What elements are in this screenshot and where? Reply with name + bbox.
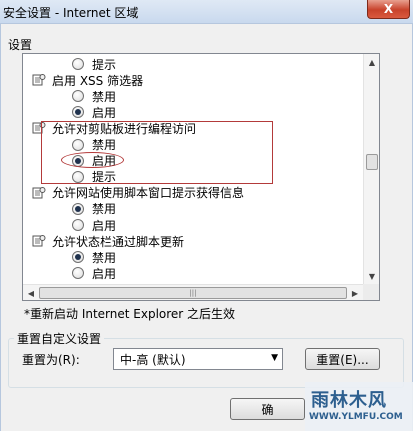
tree-row-label: 禁用 [92,138,117,152]
tree-row-label: 启用 [92,266,117,281]
tree-row-label: 提示 [92,57,117,72]
horizontal-scroll-thumb[interactable]: ||| [39,287,347,299]
watermark-logo: 雨林木风 WWW.YLMFU.COM [305,382,413,431]
tree-row-label: 允许网站使用脚本窗口提示获得信息 [52,186,245,201]
radio-icon[interactable] [72,154,84,167]
watermark-url: WWW.YLMFU.COM [309,412,403,422]
tree-row-label: 启用 [92,218,117,233]
tree-row-label: 禁用 [92,202,117,217]
tree-row-label: 禁用 [92,250,117,265]
radio-icon[interactable] [72,170,84,183]
tree-row-label: 禁用 [92,89,117,104]
scroll-thumb[interactable] [366,154,378,170]
radio-option[interactable]: 启用 [72,265,116,281]
radio-option[interactable]: 禁用 [72,88,116,104]
setting-group: 允许状态栏通过脚本更新 [32,233,184,249]
radio-icon[interactable] [72,251,84,264]
settings-label: 设置 [8,38,33,52]
radio-option[interactable]: 禁用 [72,201,116,217]
reset-level-value: 中-高 (默认) [120,352,186,367]
setting-group: 允许网站使用脚本窗口提示获得信息 [32,185,244,201]
setting-icon [32,73,46,87]
reset-group-title: 重置自定义设置 [14,330,105,347]
scroll-right-icon[interactable]: ▶ [347,285,363,301]
window-title: 安全设置 - Internet 区域 [3,6,139,20]
ok-button-label: 确 [261,402,274,417]
setting-group: 启用 XSS 筛选器 [32,72,143,88]
radio-option[interactable]: 提示 [72,169,116,185]
radio-icon[interactable] [72,138,84,151]
tree-row-label: 允许状态栏通过脚本更新 [52,234,185,249]
tree-row-label: 提示 [92,170,117,185]
tree-row-label: 启用 [92,105,117,120]
tree-row-label: 启用 [92,154,117,169]
radio-option[interactable]: 启用 [72,153,116,169]
reset-to-label: 重置为(R): [22,353,80,367]
setting-icon [32,186,46,200]
close-icon: X [383,2,394,16]
scroll-down-icon[interactable]: ▼ [364,268,380,284]
scroll-corner [363,284,379,300]
setting-group: 允许对剪贴板进行编程访问 [32,120,196,136]
radio-icon[interactable] [72,267,84,280]
setting-icon [32,234,46,248]
radio-icon[interactable] [72,90,84,103]
radio-icon[interactable] [72,106,84,119]
horizontal-scrollbar[interactable]: ◀ ||| ▶ [23,284,363,300]
radio-option[interactable]: 启用 [72,104,116,120]
ok-button[interactable]: 确 [230,398,305,420]
radio-icon[interactable] [72,58,84,70]
reset-button[interactable]: 重置(E)... [305,348,380,370]
radio-option[interactable]: 禁用 [72,249,116,265]
scroll-up-icon[interactable]: ▲ [364,54,380,70]
radio-icon[interactable] [72,202,84,215]
reset-level-select[interactable]: 中-高 (默认) ▼ [113,348,283,370]
vertical-scrollbar[interactable]: ▲ ▼ [363,54,379,284]
reset-button-label: 重置(E)... [316,352,369,367]
radio-option[interactable]: 启用 [72,217,116,233]
chevron-down-icon: ▼ [271,353,278,363]
scroll-left-icon[interactable]: ◀ [23,285,39,301]
settings-list[interactable]: 提示 启用 XSS 筛选器 禁用 启用 允许对剪贴板进行编程访问 禁用 启用 提示 允许网站使用… [22,53,380,301]
tree-row-label: 允许对剪贴板进行编程访问 [52,121,197,136]
radio-option[interactable]: 禁用 [72,137,116,153]
restart-note: *重新启动 Internet Explorer 之后生效 [24,307,236,321]
tree-row-label: 启用 XSS 筛选器 [52,73,144,88]
watermark-text: 雨林木风 [311,390,387,411]
radio-option[interactable]: 提示 [72,56,116,72]
title-bar: 安全设置 - Internet 区域 X [0,0,413,24]
radio-icon[interactable] [72,219,84,231]
setting-icon [32,121,46,135]
close-button[interactable]: X [367,0,410,19]
